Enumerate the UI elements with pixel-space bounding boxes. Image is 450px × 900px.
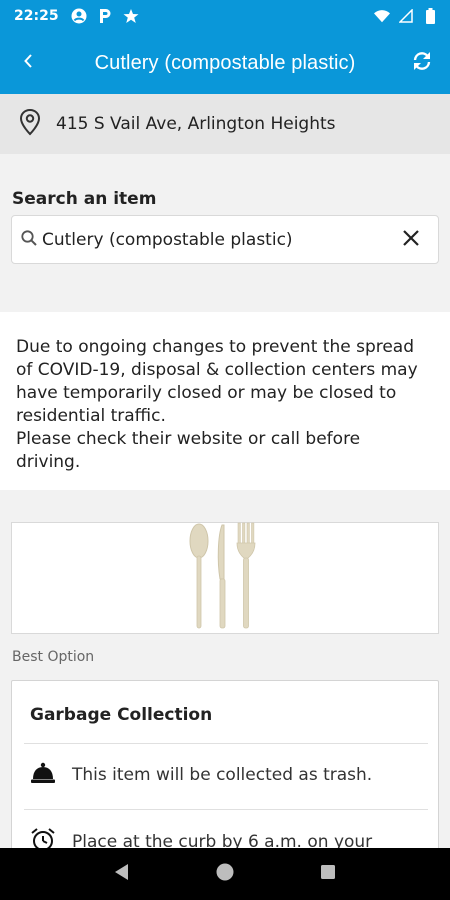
chevron-left-icon xyxy=(22,52,34,74)
search-input-value[interactable]: Cutlery (compostable plastic) xyxy=(42,230,384,250)
notice-line: residential traffic. xyxy=(16,406,166,426)
notice-line: Please check their website or call befor… xyxy=(16,429,361,449)
account-circle-icon xyxy=(71,8,87,24)
clear-search-button[interactable] xyxy=(384,216,438,264)
divider xyxy=(24,809,428,810)
nav-recents-button[interactable] xyxy=(308,854,348,894)
wifi-icon xyxy=(374,8,390,24)
covid-notice: Due to ongoing changes to prevent the sp… xyxy=(0,312,450,490)
card-title: Garbage Collection xyxy=(30,705,213,725)
page-title: Cutlery (compostable plastic) xyxy=(94,51,356,74)
status-bar: 22:25 xyxy=(0,0,450,32)
option-row: This item will be collected as trash. xyxy=(30,761,372,789)
system-nav-bar xyxy=(0,848,450,900)
address-bar[interactable]: 415 S Vail Ave, Arlington Heights xyxy=(0,94,450,154)
notice-line: have temporarily closed or may be closed… xyxy=(16,383,397,403)
location-pin-icon xyxy=(18,108,42,140)
bell-icon xyxy=(30,761,56,789)
cell-signal-icon xyxy=(398,8,414,24)
parking-icon xyxy=(97,8,113,24)
status-left-icons xyxy=(71,8,139,24)
star-icon xyxy=(123,8,139,24)
status-time: 22:25 xyxy=(14,8,59,24)
nav-back-icon xyxy=(114,863,130,885)
item-image-card xyxy=(11,522,439,634)
notice-line: driving. xyxy=(16,452,81,472)
nav-home-icon xyxy=(215,862,235,886)
nav-recents-icon xyxy=(320,864,336,884)
nav-back-button[interactable] xyxy=(102,854,142,894)
back-button[interactable] xyxy=(0,32,56,94)
search-label: Search an item xyxy=(12,189,157,209)
close-icon xyxy=(401,228,421,252)
notice-line: Due to ongoing changes to prevent the sp… xyxy=(16,337,415,357)
status-right-icons xyxy=(374,8,438,24)
notice-line: of COVID-19, disposal & collection cente… xyxy=(16,360,418,380)
refresh-icon xyxy=(411,50,433,76)
nav-home-button[interactable] xyxy=(205,854,245,894)
refresh-button[interactable] xyxy=(394,32,450,94)
option-row-text: This item will be collected as trash. xyxy=(72,765,373,785)
address-text: 415 S Vail Ave, Arlington Heights xyxy=(56,114,336,134)
search-icon xyxy=(20,229,38,251)
app-bar: Cutlery (compostable plastic) xyxy=(0,32,450,94)
divider xyxy=(24,743,428,744)
search-input[interactable]: Cutlery (compostable plastic) xyxy=(11,215,439,264)
cutlery-image xyxy=(185,521,265,635)
screen: 22:25 Cutlery (compostable plastic) 415 … xyxy=(0,0,450,900)
best-option-label: Best Option xyxy=(12,649,95,665)
battery-icon xyxy=(422,8,438,24)
